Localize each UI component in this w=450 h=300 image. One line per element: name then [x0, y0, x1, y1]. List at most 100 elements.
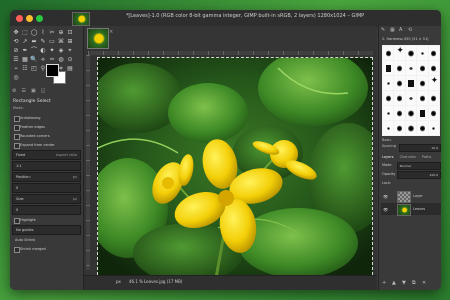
tool-icon[interactable]: ✎ — [39, 38, 47, 46]
tool-icon[interactable]: ⌘ — [57, 38, 65, 46]
brush-preset[interactable] — [394, 76, 405, 90]
option-field[interactable]: 1:1 — [12, 161, 81, 171]
tool-icon[interactable]: ✂ — [48, 29, 56, 37]
brush-preset[interactable] — [405, 106, 417, 120]
tool-icon[interactable]: ▭ — [48, 38, 56, 46]
layer-row[interactable]: 👁 Layer — [381, 190, 441, 203]
tool-icon[interactable]: ✒ — [21, 47, 29, 55]
option-field[interactable]: Size: px — [12, 194, 81, 204]
brush-preset[interactable] — [428, 61, 439, 75]
close-window-button[interactable] — [16, 15, 23, 22]
brush-preset[interactable] — [383, 46, 394, 60]
tool-options-tab-icon[interactable]: ☰ — [21, 88, 25, 94]
tool-icon[interactable]: ✦ — [48, 47, 56, 55]
option-checkbox[interactable]: Expand from center — [12, 141, 81, 149]
tool-icon[interactable]: ⬌ — [30, 38, 38, 46]
brush-preset[interactable] — [405, 61, 417, 75]
tool-icon[interactable]: ▦ — [21, 56, 29, 64]
image-tab-leaves[interactable] — [87, 28, 109, 49]
dock-tab-layers[interactable]: Layers — [382, 155, 394, 159]
option-field[interactable]: Position: px — [12, 172, 81, 182]
close-tab-icon[interactable]: × — [109, 29, 113, 35]
tool-icon[interactable]: ⟲ — [12, 38, 20, 46]
brush-preset[interactable] — [428, 46, 439, 60]
delete-layer-icon[interactable]: ✕ — [422, 281, 427, 286]
tool-options-tab-icon[interactable]: ▣ — [31, 88, 36, 94]
brush-preset[interactable] — [428, 76, 439, 90]
brushes-tab-icon[interactable]: ✎ — [381, 28, 386, 33]
brush-preset[interactable] — [417, 76, 428, 90]
horizontal-ruler[interactable] — [88, 51, 373, 55]
spacing-field[interactable]: 10.0 — [399, 144, 441, 152]
tool-icon[interactable]: ☰ — [12, 56, 20, 64]
image-canvas[interactable] — [97, 57, 373, 280]
brush-preset[interactable] — [417, 106, 428, 120]
option-field[interactable]: Auto Shrink — [12, 236, 81, 244]
brush-preset[interactable] — [394, 46, 405, 60]
tool-icon[interactable]: ✑ — [48, 56, 56, 64]
minimize-window-button[interactable] — [26, 15, 33, 22]
history-tab-icon[interactable]: ⟲ — [408, 28, 413, 33]
option-checkbox[interactable]: Highlight — [12, 216, 81, 224]
tool-icon[interactable]: ▤ — [66, 65, 74, 73]
tool-icon[interactable]: ⌒ — [30, 47, 38, 55]
tool-icon[interactable]: ⟡ — [39, 56, 47, 64]
tool-icon[interactable]: ⊙ — [66, 56, 74, 64]
dock-tab-paths[interactable]: Paths — [422, 155, 432, 159]
tool-icon[interactable]: ◯ — [30, 29, 38, 37]
new-layer-icon[interactable]: + — [382, 281, 387, 286]
brush-preset[interactable] — [405, 121, 417, 135]
tool-icon[interactable]: 🔍 — [30, 56, 38, 64]
option-field[interactable]: No guides — [12, 225, 81, 235]
option-checkbox[interactable]: Rounded corners — [12, 132, 81, 140]
tool-icon[interactable]: ◎ — [12, 74, 20, 82]
tool-icon[interactable]: ◈ — [57, 47, 65, 55]
raise-layer-icon[interactable]: ▲ — [392, 281, 397, 286]
brush-preset[interactable] — [394, 61, 405, 75]
brush-preset[interactable] — [383, 121, 394, 135]
option-checkbox[interactable]: Antialiasing — [12, 114, 81, 122]
layer-row[interactable]: 👁 Leaves — [381, 203, 441, 216]
opacity-field[interactable]: 100.0 — [397, 171, 441, 179]
brush-preset[interactable] — [428, 91, 439, 105]
option-field[interactable]: 0 — [12, 183, 81, 193]
brush-preset[interactable] — [428, 106, 439, 120]
layer-mode-select[interactable]: Normal — [397, 162, 441, 170]
lower-layer-icon[interactable]: ▼ — [402, 281, 407, 286]
brush-preset[interactable] — [405, 46, 417, 60]
tool-icon[interactable]: ⊡ — [66, 29, 74, 37]
brush-preset[interactable] — [417, 91, 428, 105]
brush-preset[interactable] — [428, 121, 439, 135]
brush-preset[interactable] — [394, 91, 405, 105]
tool-icon[interactable]: ↗ — [21, 38, 29, 46]
option-field[interactable]: Fixed Aspect ratio — [12, 150, 81, 160]
brush-preset[interactable] — [383, 91, 394, 105]
tool-icon[interactable]: ⌁ — [12, 65, 20, 73]
tool-icon[interactable]: ◍ — [57, 56, 65, 64]
patterns-tab-icon[interactable]: ▦ — [390, 28, 395, 33]
brush-grid[interactable] — [382, 45, 440, 136]
tool-icon[interactable]: ⬚ — [21, 29, 29, 37]
tool-options-tab-icon[interactable]: ⚙ — [12, 88, 16, 94]
option-checkbox[interactable]: Shrink merged — [12, 245, 81, 253]
tool-icon[interactable]: ⌇ — [39, 29, 47, 37]
visibility-eye-icon[interactable]: 👁 — [383, 207, 388, 212]
duplicate-layer-icon[interactable]: ⧉ — [412, 281, 417, 286]
tool-icon[interactable]: ⊘ — [12, 47, 20, 55]
fonts-tab-icon[interactable]: A — [399, 28, 404, 33]
color-swatches[interactable] — [46, 64, 66, 84]
option-checkbox[interactable]: Feather edges — [12, 123, 81, 131]
tool-icon[interactable]: ☷ — [21, 65, 29, 73]
foreground-color-swatch[interactable] — [46, 64, 59, 77]
tool-icon[interactable]: ⊞ — [66, 38, 74, 46]
option-field[interactable]: 0 — [12, 205, 81, 215]
tool-icon[interactable]: ⌖ — [66, 47, 74, 55]
maximize-window-button[interactable] — [36, 15, 43, 22]
zoom-selector[interactable]: 46.1 % — [129, 279, 143, 284]
brush-preset[interactable] — [405, 76, 417, 90]
unit-selector[interactable]: px — [116, 279, 121, 284]
tool-options-tab-icon[interactable]: ◱ — [41, 88, 46, 94]
brush-preset[interactable] — [383, 76, 394, 90]
tool-icon[interactable]: ✥ — [12, 29, 20, 37]
tool-icon[interactable]: ◰ — [30, 65, 38, 73]
